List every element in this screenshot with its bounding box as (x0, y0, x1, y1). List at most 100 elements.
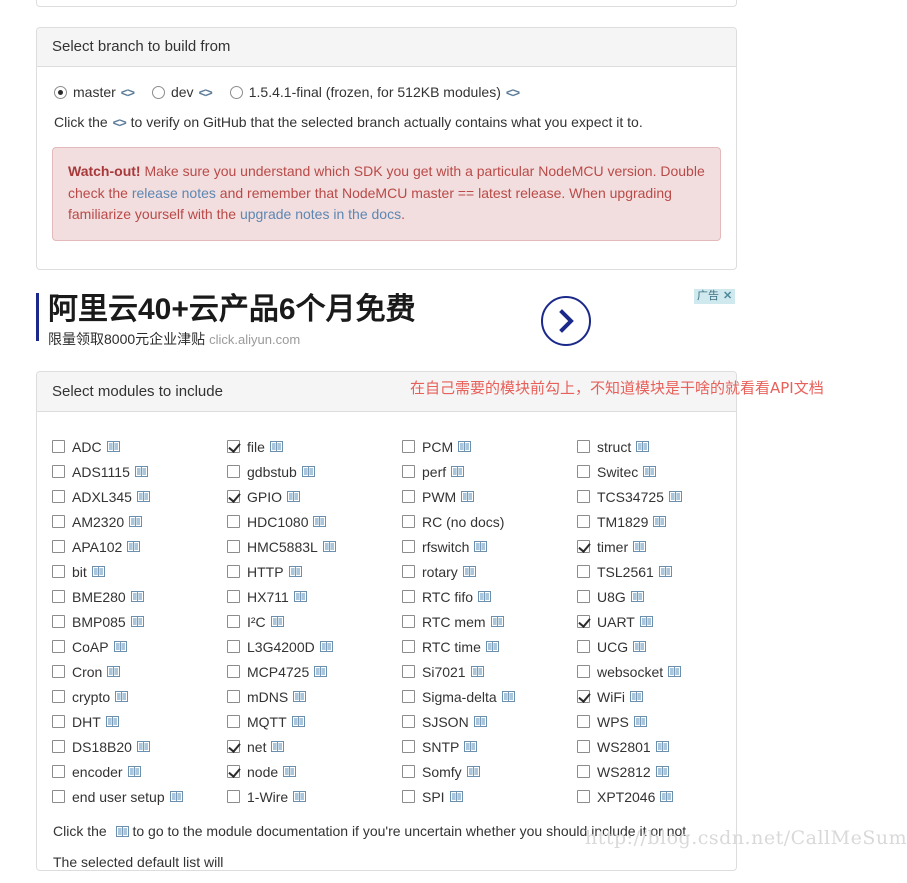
module-item-dht[interactable]: DHT (52, 709, 227, 734)
book-icon-tm1829[interactable] (653, 516, 667, 527)
book-icon-ws2801[interactable] (655, 741, 669, 752)
book-icon-file[interactable] (269, 441, 283, 452)
book-icon-ads1115[interactable] (134, 466, 148, 477)
checkbox-gpio[interactable] (227, 490, 240, 503)
checkbox-wps[interactable] (577, 715, 590, 728)
module-item-rc-no-docs[interactable]: RC (no docs) (402, 509, 577, 534)
module-item-wps[interactable]: WPS (577, 709, 752, 734)
checkbox-mdns[interactable] (227, 690, 240, 703)
book-icon-pwm[interactable] (461, 491, 475, 502)
book-icon-wps[interactable] (633, 716, 647, 727)
module-item-hdc1080[interactable]: HDC1080 (227, 509, 402, 534)
module-item-mcp4725[interactable]: MCP4725 (227, 659, 402, 684)
book-icon-i-c[interactable] (270, 616, 284, 627)
checkbox-ads1115[interactable] (52, 465, 65, 478)
module-item-rotary[interactable]: rotary (402, 559, 577, 584)
book-icon-struct[interactable] (636, 441, 650, 452)
checkbox-adc[interactable] (52, 440, 65, 453)
ad-next-button[interactable] (541, 296, 591, 346)
checkbox-rfswitch[interactable] (402, 540, 415, 553)
checkbox-sigma-delta[interactable] (402, 690, 415, 703)
module-item-adxl345[interactable]: ADXL345 (52, 484, 227, 509)
module-item-bit[interactable]: bit (52, 559, 227, 584)
module-item-u8g[interactable]: U8G (577, 584, 752, 609)
checkbox-pcm[interactable] (402, 440, 415, 453)
module-item-mdns[interactable]: mDNS (227, 684, 402, 709)
checkbox-uart[interactable] (577, 615, 590, 628)
checkbox-coap[interactable] (52, 640, 65, 653)
checkbox-pwm[interactable] (402, 490, 415, 503)
module-item-rfswitch[interactable]: rfswitch (402, 534, 577, 559)
checkbox-sntp[interactable] (402, 740, 415, 753)
module-item-switec[interactable]: Switec (577, 459, 752, 484)
book-icon-rtc-mem[interactable] (490, 616, 504, 627)
module-item-1-wire[interactable]: 1-Wire (227, 784, 402, 809)
book-icon-pcm[interactable] (458, 441, 472, 452)
checkbox-timer[interactable] (577, 540, 590, 553)
book-icon-switec[interactable] (643, 466, 657, 477)
book-icon-u8g[interactable] (630, 591, 644, 602)
module-item-si7021[interactable]: Si7021 (402, 659, 577, 684)
module-item-pwm[interactable]: PWM (402, 484, 577, 509)
module-item-file[interactable]: file (227, 434, 402, 459)
module-item-ws2801[interactable]: WS2801 (577, 734, 752, 759)
book-icon-websocket[interactable] (668, 666, 682, 677)
module-item-coap[interactable]: CoAP (52, 634, 227, 659)
module-item-uart[interactable]: UART (577, 609, 752, 634)
advertisement-banner[interactable]: 阿里云40+云产品6个月免费 限量领取8000元企业津贴 click.aliyun… (36, 283, 737, 362)
checkbox-hx711[interactable] (227, 590, 240, 603)
checkbox-apa102[interactable] (52, 540, 65, 553)
module-item-am2320[interactable]: AM2320 (52, 509, 227, 534)
book-icon-mcp4725[interactable] (314, 666, 328, 677)
book-icon-1-wire[interactable] (293, 791, 307, 802)
module-item-pcm[interactable]: PCM (402, 434, 577, 459)
checkbox-hmc5883l[interactable] (227, 540, 240, 553)
book-icon-tsl2561[interactable] (658, 566, 672, 577)
checkbox-bmp085[interactable] (52, 615, 65, 628)
book-icon-si7021[interactable] (470, 666, 484, 677)
module-item-hmc5883l[interactable]: HMC5883L (227, 534, 402, 559)
checkbox-end-user-setup[interactable] (52, 790, 65, 803)
checkbox-l3g4200d[interactable] (227, 640, 240, 653)
module-item-l3g4200d[interactable]: L3G4200D (227, 634, 402, 659)
book-icon-gdbstub[interactable] (301, 466, 315, 477)
module-item-ws2812[interactable]: WS2812 (577, 759, 752, 784)
book-icon-crypto[interactable] (115, 691, 129, 702)
checkbox-http[interactable] (227, 565, 240, 578)
module-item-encoder[interactable]: encoder (52, 759, 227, 784)
book-icon-somfy[interactable] (466, 766, 480, 777)
checkbox-ws2801[interactable] (577, 740, 590, 753)
checkbox-file[interactable] (227, 440, 240, 453)
module-item-cron[interactable]: Cron (52, 659, 227, 684)
module-item-sjson[interactable]: SJSON (402, 709, 577, 734)
checkbox-somfy[interactable] (402, 765, 415, 778)
book-icon-mdns[interactable] (293, 691, 307, 702)
checkbox-rc-no-docs[interactable] (402, 515, 415, 528)
checkbox-mcp4725[interactable] (227, 665, 240, 678)
module-item-spi[interactable]: SPI (402, 784, 577, 809)
book-icon-adc[interactable] (106, 441, 120, 452)
module-item-adc[interactable]: ADC (52, 434, 227, 459)
checkbox-bit[interactable] (52, 565, 65, 578)
checkbox-ucg[interactable] (577, 640, 590, 653)
module-item-mqtt[interactable]: MQTT (227, 709, 402, 734)
book-icon-ds18b20[interactable] (136, 741, 150, 752)
checkbox-hdc1080[interactable] (227, 515, 240, 528)
book-icon-l3g4200d[interactable] (319, 641, 333, 652)
module-item-somfy[interactable]: Somfy (402, 759, 577, 784)
checkbox-u8g[interactable] (577, 590, 590, 603)
close-icon[interactable]: ✕ (721, 289, 734, 304)
checkbox-xpt2046[interactable] (577, 790, 590, 803)
checkbox-encoder[interactable] (52, 765, 65, 778)
book-icon-perf[interactable] (451, 466, 465, 477)
book-icon-uart[interactable] (639, 616, 653, 627)
module-item-tcs34725[interactable]: TCS34725 (577, 484, 752, 509)
checkbox-gdbstub[interactable] (227, 465, 240, 478)
checkbox-rtc-time[interactable] (402, 640, 415, 653)
module-item-apa102[interactable]: APA102 (52, 534, 227, 559)
radio-dev[interactable] (151, 85, 165, 99)
checkbox-perf[interactable] (402, 465, 415, 478)
radio-frozen[interactable] (229, 85, 243, 99)
module-item-ds18b20[interactable]: DS18B20 (52, 734, 227, 759)
checkbox-node[interactable] (227, 765, 240, 778)
